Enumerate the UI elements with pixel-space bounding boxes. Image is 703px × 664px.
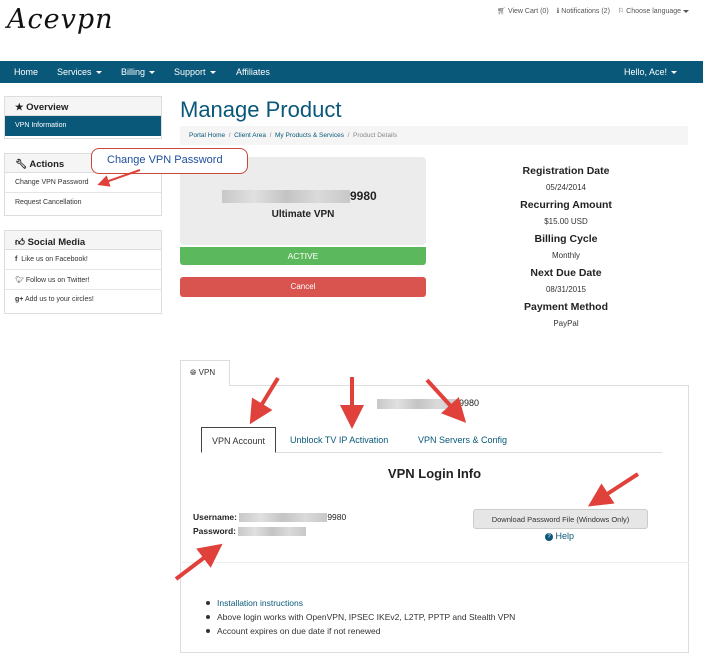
password-row: Password:	[193, 526, 307, 537]
redacted-text	[377, 398, 459, 409]
tab-vpn-account[interactable]: VPN Account	[201, 427, 277, 453]
nav-home[interactable]: Home	[14, 67, 38, 77]
divider	[180, 562, 689, 563]
installation-instructions-link[interactable]: Installation instructions	[217, 598, 303, 608]
view-cart-link[interactable]: 🛒︎ View Cart (0)	[497, 7, 549, 15]
cancel-button[interactable]: Cancel	[180, 277, 426, 297]
acevpn-logo[interactable]: Acevpn	[7, 4, 114, 35]
sidebar-item-facebook[interactable]: f Like us on Facebook!	[5, 250, 161, 270]
recurring-amount-label: Recurring Amount	[520, 199, 612, 211]
chevron-down-icon	[95, 71, 102, 75]
help-link[interactable]: ? Help	[545, 531, 574, 541]
next-due-date-value: 08/31/2015	[545, 285, 587, 294]
product-name: Ultimate VPN	[271, 209, 335, 220]
star-icon: ★	[15, 102, 24, 113]
nav-billing[interactable]: Billing	[121, 67, 156, 77]
redacted-text	[239, 513, 328, 523]
notes-list: Installation instructions Above login wo…	[205, 596, 515, 638]
social-media-panel: 👍︎ Social Media f Like us on Facebook! 🐦…	[4, 230, 162, 314]
social-media-heading: 👍︎ Social Media	[5, 231, 161, 250]
sidebar-item-request-cancellation[interactable]: Request Cancellation	[5, 193, 161, 213]
registration-date-label: Registration Date	[522, 165, 610, 177]
tab-vpn-servers-config[interactable]: VPN Servers & Config	[418, 427, 507, 453]
breadcrumb-products-services[interactable]: My Products & Services	[275, 132, 344, 139]
payment-method-value: PayPal	[553, 319, 579, 328]
list-item: Account expires on due date if not renew…	[205, 624, 515, 638]
download-password-file-button[interactable]: Download Password File (Windows Only)	[473, 509, 648, 529]
registration-date-value: 05/24/2014	[545, 183, 587, 192]
recurring-amount-value: $15.00 USD	[544, 217, 588, 226]
status-badge: ACTIVE	[180, 247, 426, 265]
product-details: Registration Date 05/24/2014 Recurring A…	[496, 165, 636, 335]
redacted-text	[238, 527, 307, 537]
main-navbar: Home Services Billing Support Affiliates…	[0, 61, 703, 83]
sidebar-item-vpn-information[interactable]: VPN Information	[5, 116, 161, 136]
list-item: Installation instructions	[205, 596, 515, 610]
username-row: Username: 9980	[193, 512, 347, 523]
twitter-icon: 🐦︎	[15, 277, 24, 284]
thumbs-up-icon: 👍︎	[15, 237, 25, 248]
language-icon: ⚐	[617, 8, 625, 15]
product-identifier: 9980	[222, 189, 377, 204]
account-identifier: 9980	[377, 398, 479, 409]
google-plus-icon: g+	[15, 296, 24, 303]
wrench-icon: 🔧︎	[15, 159, 28, 170]
overview-heading: ★ Overview	[5, 97, 161, 116]
language-dropdown[interactable]: ⚐ Choose language	[618, 7, 689, 15]
sidebar-item-twitter[interactable]: 🐦︎ Follow us on Twitter!	[5, 270, 161, 290]
sidebar-item-google-plus[interactable]: g+ Add us to your circles!	[5, 290, 161, 310]
breadcrumb-client-area[interactable]: Client Area	[234, 132, 266, 139]
chevron-down-icon	[149, 71, 156, 75]
vpn-subtabs: VPN Account Unblock TV IP Activation VPN…	[201, 427, 662, 453]
notifications-link[interactable]: ℹ Notifications (2)	[557, 7, 610, 15]
tab-unblock-tv-ip-activation[interactable]: Unblock TV IP Activation	[290, 427, 388, 453]
page-title: Manage Product	[180, 97, 342, 122]
chevron-down-icon	[671, 71, 678, 75]
redacted-text	[222, 190, 350, 204]
globe-icon: 🌐︎	[190, 368, 197, 377]
next-due-date-label: Next Due Date	[530, 267, 602, 279]
nav-support[interactable]: Support	[174, 67, 216, 77]
billing-cycle-label: Billing Cycle	[534, 233, 598, 245]
facebook-icon: f	[15, 256, 18, 263]
info-icon: ℹ	[556, 8, 560, 15]
chevron-down-icon	[683, 9, 689, 13]
payment-method-label: Payment Method	[523, 301, 608, 313]
top-links: 🛒︎ View Cart (0) ℹ Notifications (2) ⚐ C…	[497, 7, 689, 15]
nav-affiliates[interactable]: Affiliates	[236, 67, 270, 77]
nav-services[interactable]: Services	[57, 67, 102, 77]
sidebar-item-change-vpn-password[interactable]: Change VPN Password	[5, 173, 161, 193]
tab-vpn[interactable]: 🌐︎ VPN	[180, 360, 230, 386]
change-vpn-password-callout: Change VPN Password	[91, 148, 248, 174]
overview-panel: ★ Overview VPN Information	[4, 96, 162, 139]
breadcrumb-current: Product Details	[353, 132, 398, 139]
vpn-login-info-heading: VPN Login Info	[387, 466, 482, 481]
cart-icon: 🛒︎	[497, 8, 506, 15]
breadcrumb-portal-home[interactable]: Portal Home	[189, 132, 225, 139]
list-item: Above login works with OpenVPN, IPSEC IK…	[205, 610, 515, 624]
user-menu[interactable]: Hello, Ace!	[624, 67, 678, 77]
breadcrumb: Portal Home / Client Area / My Products …	[180, 126, 688, 145]
chevron-down-icon	[209, 71, 216, 75]
question-icon: ?	[545, 532, 553, 541]
billing-cycle-value: Monthly	[551, 251, 580, 260]
